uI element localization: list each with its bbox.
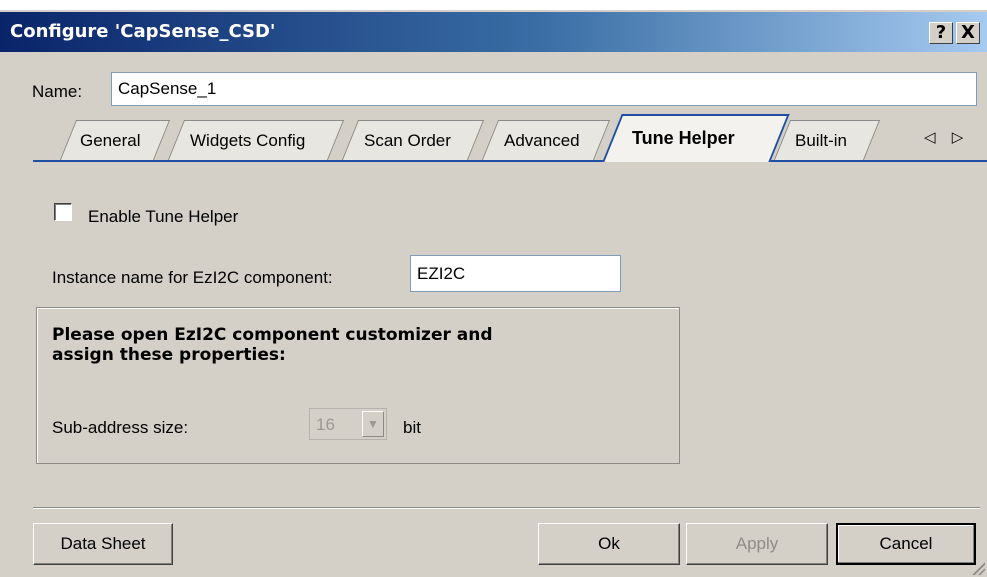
subaddress-size-select: 16 ▼: [309, 408, 387, 440]
subaddress-size-label: Sub-address size:: [52, 418, 189, 437]
ezi2c-instructions-line2: assign these properties:: [52, 345, 286, 365]
resize-grip-icon[interactable]: [971, 561, 985, 575]
tab-general-label: General: [80, 131, 141, 150]
footer-separator: [33, 507, 980, 509]
tab-advanced-label: Advanced: [504, 131, 580, 150]
tab-strip-line: [33, 160, 987, 162]
instance-name-label: Instance name for EzI2C component:: [52, 268, 333, 287]
chevron-down-icon: ▼: [362, 411, 384, 437]
close-button[interactable]: X: [956, 22, 980, 44]
enable-tune-helper-label[interactable]: Enable Tune Helper: [88, 207, 238, 227]
tab-built-in-label: Built-in: [795, 131, 847, 150]
instance-name-input[interactable]: [410, 255, 621, 292]
configure-dialog: Configure 'CapSense_CSD' ? X Name: Gener…: [0, 10, 987, 577]
data-sheet-button[interactable]: Data Sheet: [33, 523, 173, 565]
subaddress-unit-label: bit: [403, 418, 421, 437]
tab-widgets-config-label: Widgets Config: [190, 131, 306, 150]
name-input[interactable]: [111, 72, 977, 106]
tab-scan-order-label: Scan Order: [364, 131, 451, 150]
title-bar[interactable]: Configure 'CapSense_CSD' ? X: [0, 12, 987, 52]
ezi2c-instructions-line1: Please open EzI2C component customizer a…: [52, 325, 493, 345]
name-label: Name:: [32, 82, 83, 101]
tab-scroll-arrows-icon[interactable]: ◁ ▷: [924, 128, 969, 146]
ezi2c-instructions: Please open EzI2C component customizer a…: [52, 325, 493, 365]
subaddress-size-value: 16: [316, 415, 335, 434]
tab-tune-helper-label: Tune Helper: [632, 128, 735, 148]
ok-button[interactable]: Ok: [538, 523, 680, 565]
dialog-title: Configure 'CapSense_CSD': [10, 21, 276, 42]
enable-tune-helper-checkbox[interactable]: [54, 203, 72, 221]
apply-button: Apply: [686, 523, 828, 565]
cancel-button[interactable]: Cancel: [836, 523, 976, 565]
help-button[interactable]: ?: [929, 22, 953, 44]
